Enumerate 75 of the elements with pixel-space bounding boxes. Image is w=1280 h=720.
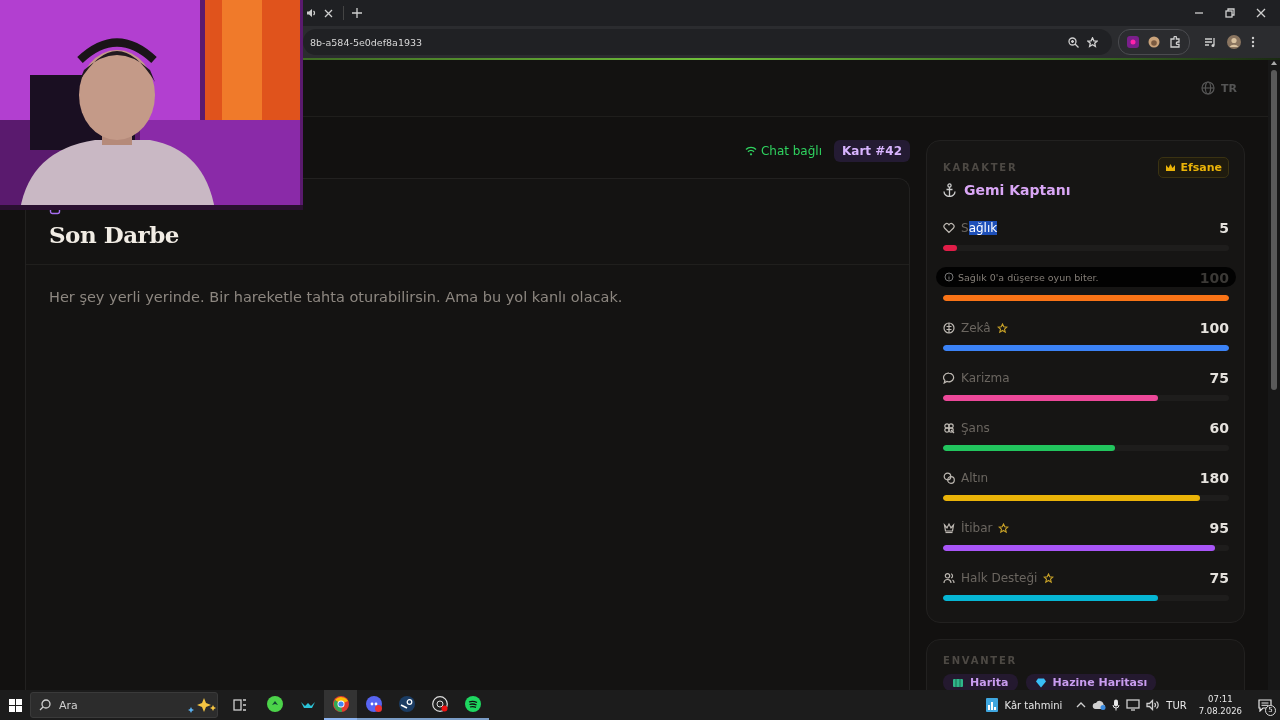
stat-value: 75 <box>1209 570 1229 586</box>
browser-icon[interactable] <box>332 696 349 712</box>
search-icon <box>39 699 51 711</box>
map-icon <box>952 676 964 689</box>
clock-time[interactable]: 07:11 <box>1208 693 1233 705</box>
inventory-item[interactable]: Hazine Haritası <box>1025 674 1157 690</box>
url-text: 8b-a584-5e0def8a1933 <box>310 36 424 48</box>
crown-icon <box>943 522 955 534</box>
tooltip-text: Sağlık 0'a düşerse oyun biter. <box>958 271 1099 283</box>
stat-value: 180 <box>1199 470 1229 486</box>
search-field[interactable]: Ara <box>30 692 218 718</box>
menu-icon[interactable] <box>1251 36 1255 48</box>
input-language[interactable]: TUR <box>1166 699 1187 711</box>
globe-icon <box>1201 81 1215 95</box>
search-placeholder: Ara <box>59 698 79 712</box>
cloud-icon[interactable] <box>1092 700 1107 710</box>
restore-icon[interactable] <box>1224 8 1235 18</box>
media-icon[interactable] <box>1204 36 1217 48</box>
game-launcher-icon[interactable] <box>398 696 415 712</box>
windows-icon[interactable] <box>8 698 22 712</box>
close-icon[interactable] <box>1255 8 1266 18</box>
heart-icon <box>943 222 955 234</box>
card-text: Her şey yerli yerinde. Bir hareketle tahta oturabilirsin. Ama bu yol kanlı olacak. <box>48 288 624 307</box>
close-icon[interactable] <box>324 8 333 18</box>
stat-label: İtibar <box>961 521 993 535</box>
weather-text[interactable]: Kâr tahmini <box>1004 699 1063 711</box>
clover-icon <box>943 422 955 434</box>
info-icon <box>944 272 954 282</box>
network-icon[interactable] <box>1126 699 1141 711</box>
stat-value: 100 <box>1199 320 1229 336</box>
connection-status: Chat bağlı <box>760 144 822 158</box>
stat-label: Altın <box>961 471 989 485</box>
wifi-icon <box>744 146 757 156</box>
chat-bubble-icon <box>943 372 955 384</box>
avatar-icon[interactable] <box>1227 35 1241 49</box>
scrollbar[interactable] <box>1268 60 1280 690</box>
users-icon <box>943 572 955 584</box>
extension-app-icon[interactable] <box>1148 36 1160 48</box>
task-view-icon[interactable] <box>233 699 247 711</box>
stat-value: 60 <box>1209 420 1229 436</box>
music-app-icon[interactable] <box>464 696 481 712</box>
card-title: Son Darbe <box>49 221 180 248</box>
coins-icon <box>943 472 955 484</box>
notifications-icon[interactable] <box>1258 698 1272 712</box>
inventory-item[interactable]: Harita <box>943 674 1018 690</box>
stat-value: 95 <box>1209 520 1229 536</box>
sparkle-icon <box>187 697 217 713</box>
stat-label: Karizma <box>961 371 1010 385</box>
stat-value: 5 <box>1219 220 1229 236</box>
rank-badge: Efsane <box>1158 156 1229 178</box>
recorder-icon[interactable] <box>431 696 448 712</box>
address-bar[interactable]: 8b-a584-5e0def8a1933 <box>303 29 1112 55</box>
stat-value: 100 <box>1199 270 1229 286</box>
crown-icon <box>1165 162 1177 172</box>
volume-icon[interactable] <box>1146 699 1161 711</box>
new-tab-icon[interactable] <box>352 8 362 18</box>
extension-app-icon[interactable] <box>1127 36 1139 48</box>
stat-label: Halk Desteği <box>961 571 1038 585</box>
clock-date[interactable]: 7.08.2026 <box>1198 705 1242 717</box>
weather-icon[interactable] <box>984 697 999 713</box>
microphone-icon[interactable] <box>1112 699 1121 711</box>
anchor-icon <box>943 183 956 197</box>
star-icon[interactable] <box>1087 36 1098 48</box>
stat-label: Şans <box>961 421 990 435</box>
card-number-badge: Kart #42 <box>834 140 910 162</box>
app-icon[interactable] <box>266 696 283 712</box>
zoom-icon[interactable] <box>1068 36 1079 48</box>
chevron-up-icon[interactable] <box>1076 702 1087 708</box>
extensions-icon[interactable] <box>1169 36 1181 48</box>
stat-label: Sağlık <box>961 221 998 235</box>
speaker-icon[interactable] <box>306 8 316 18</box>
character-name: Gemi Kaptanı <box>964 182 1071 198</box>
stat-value: 75 <box>1209 370 1229 386</box>
stat-label: Zekâ <box>961 321 991 335</box>
chat-app-icon[interactable] <box>365 696 382 712</box>
